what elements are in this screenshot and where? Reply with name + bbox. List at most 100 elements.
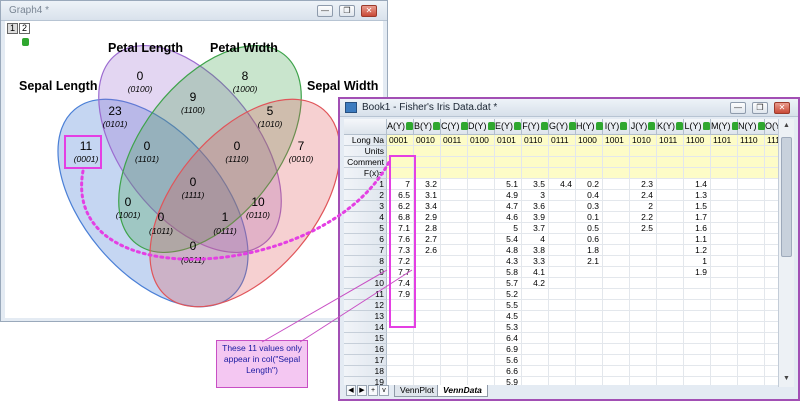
table-cell[interactable] bbox=[711, 212, 738, 223]
table-cell[interactable] bbox=[414, 278, 441, 289]
meta-cell[interactable] bbox=[603, 168, 630, 179]
meta-cell[interactable]: 1010 bbox=[630, 135, 657, 146]
meta-cell[interactable] bbox=[711, 168, 738, 179]
table-cell[interactable]: 0.2 bbox=[576, 179, 603, 190]
table-cell[interactable] bbox=[603, 201, 630, 212]
meta-cell[interactable] bbox=[576, 146, 603, 157]
table-cell[interactable] bbox=[576, 300, 603, 311]
table-cell[interactable]: 5.7 bbox=[495, 278, 522, 289]
table-cell[interactable] bbox=[522, 366, 549, 377]
table-cell[interactable] bbox=[522, 289, 549, 300]
table-cell[interactable]: 5.2 bbox=[495, 289, 522, 300]
table-cell[interactable] bbox=[630, 234, 657, 245]
meta-cell[interactable] bbox=[684, 146, 711, 157]
table-cell[interactable] bbox=[711, 245, 738, 256]
table-cell[interactable] bbox=[549, 278, 576, 289]
table-cell[interactable] bbox=[603, 223, 630, 234]
meta-cell[interactable] bbox=[765, 146, 778, 157]
meta-cell[interactable] bbox=[738, 168, 765, 179]
table-cell[interactable] bbox=[630, 267, 657, 278]
meta-cell[interactable] bbox=[468, 146, 495, 157]
scroll-down-icon[interactable]: ▼ bbox=[780, 373, 793, 386]
table-cell[interactable] bbox=[657, 355, 684, 366]
row-header[interactable]: 17 bbox=[344, 355, 387, 366]
table-cell[interactable] bbox=[468, 223, 495, 234]
table-cell[interactable] bbox=[738, 190, 765, 201]
table-cell[interactable] bbox=[522, 300, 549, 311]
table-cell[interactable] bbox=[414, 267, 441, 278]
column-header-k[interactable]: K(Y) bbox=[657, 119, 684, 135]
meta-cell[interactable] bbox=[738, 157, 765, 168]
table-cell[interactable] bbox=[414, 322, 441, 333]
meta-cell[interactable] bbox=[522, 146, 549, 157]
row-header[interactable]: 3 bbox=[344, 201, 387, 212]
meta-row-header[interactable]: Comment bbox=[344, 157, 387, 168]
sheet-tab-venndata[interactable]: VennData bbox=[437, 385, 488, 397]
table-cell[interactable] bbox=[657, 300, 684, 311]
table-cell[interactable] bbox=[711, 190, 738, 201]
table-cell[interactable] bbox=[738, 355, 765, 366]
row-header[interactable]: 10 bbox=[344, 278, 387, 289]
table-cell[interactable] bbox=[603, 278, 630, 289]
table-cell[interactable] bbox=[630, 245, 657, 256]
meta-cell[interactable]: 1111 bbox=[765, 135, 778, 146]
table-cell[interactable] bbox=[522, 322, 549, 333]
column-header-n[interactable]: N(Y) bbox=[738, 119, 765, 135]
table-cell[interactable] bbox=[711, 333, 738, 344]
table-cell[interactable]: 1.2 bbox=[684, 245, 711, 256]
table-cell[interactable] bbox=[711, 223, 738, 234]
column-header-m[interactable]: M(Y) bbox=[711, 119, 739, 135]
table-cell[interactable] bbox=[414, 366, 441, 377]
table-cell[interactable]: 5 bbox=[495, 223, 522, 234]
table-cell[interactable] bbox=[522, 344, 549, 355]
column-header-g[interactable]: G(Y) bbox=[549, 119, 576, 135]
table-cell[interactable] bbox=[657, 344, 684, 355]
table-cell[interactable] bbox=[441, 201, 468, 212]
table-cell[interactable] bbox=[414, 344, 441, 355]
table-cell[interactable] bbox=[765, 366, 778, 377]
table-cell[interactable] bbox=[711, 278, 738, 289]
table-cell[interactable] bbox=[657, 190, 684, 201]
meta-cell[interactable]: 1101 bbox=[711, 135, 738, 146]
column-header-i[interactable]: I(Y) bbox=[603, 119, 630, 135]
table-cell[interactable] bbox=[549, 300, 576, 311]
table-cell[interactable] bbox=[738, 344, 765, 355]
table-cell[interactable] bbox=[441, 300, 468, 311]
meta-cell[interactable]: 1110 bbox=[738, 135, 765, 146]
column-header-e[interactable]: E(Y) bbox=[495, 119, 522, 135]
table-cell[interactable] bbox=[441, 322, 468, 333]
table-cell[interactable] bbox=[414, 256, 441, 267]
table-cell[interactable] bbox=[657, 278, 684, 289]
meta-cell[interactable] bbox=[468, 157, 495, 168]
column-header-f[interactable]: F(Y) bbox=[522, 119, 549, 135]
table-cell[interactable]: 6.4 bbox=[495, 333, 522, 344]
table-cell[interactable] bbox=[468, 201, 495, 212]
sheet-tab-vennplot[interactable]: VennPlot bbox=[394, 385, 441, 397]
meta-row-header[interactable]: F(x)= bbox=[344, 168, 387, 179]
meta-cell[interactable] bbox=[630, 146, 657, 157]
table-cell[interactable] bbox=[603, 256, 630, 267]
table-cell[interactable] bbox=[603, 300, 630, 311]
table-cell[interactable] bbox=[603, 190, 630, 201]
column-header-o[interactable]: O(Y) bbox=[765, 119, 778, 135]
row-header[interactable]: 9 bbox=[344, 267, 387, 278]
table-cell[interactable]: 5.1 bbox=[495, 179, 522, 190]
table-cell[interactable] bbox=[468, 278, 495, 289]
table-cell[interactable] bbox=[468, 190, 495, 201]
table-cell[interactable] bbox=[441, 212, 468, 223]
table-cell[interactable]: 5.5 bbox=[495, 300, 522, 311]
table-cell[interactable]: 2.3 bbox=[630, 179, 657, 190]
table-cell[interactable] bbox=[549, 289, 576, 300]
meta-cell[interactable]: 0100 bbox=[468, 135, 495, 146]
table-cell[interactable] bbox=[387, 366, 414, 377]
meta-cell[interactable]: 0101 bbox=[495, 135, 522, 146]
meta-cell[interactable] bbox=[522, 168, 549, 179]
table-cell[interactable] bbox=[414, 311, 441, 322]
table-cell[interactable]: 4.4 bbox=[549, 179, 576, 190]
table-cell[interactable] bbox=[441, 223, 468, 234]
table-cell[interactable]: 4.2 bbox=[522, 278, 549, 289]
table-cell[interactable] bbox=[738, 267, 765, 278]
table-cell[interactable]: 3 bbox=[522, 190, 549, 201]
table-cell[interactable] bbox=[603, 344, 630, 355]
meta-cell[interactable] bbox=[630, 168, 657, 179]
